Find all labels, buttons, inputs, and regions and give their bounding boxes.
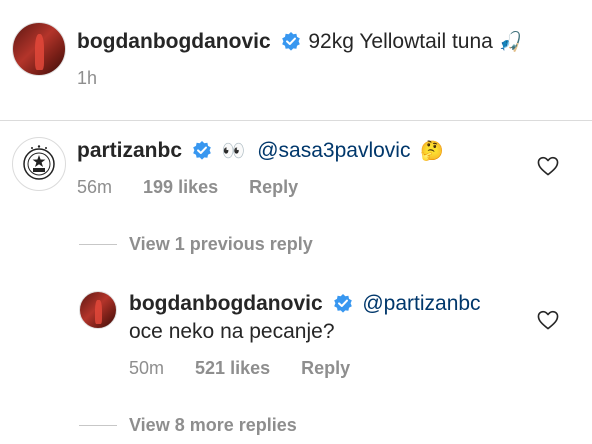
partizanbc-time: 56m — [77, 177, 113, 197]
partizanbc-reply-button[interactable]: Reply — [249, 177, 298, 197]
partizanbc-comment-line: partizanbc 👀 @sasa3pavlovic 🤔 — [77, 139, 444, 163]
like-heart-icon[interactable] — [537, 310, 559, 330]
caption-avatar[interactable] — [12, 22, 66, 76]
view-previous-line — [79, 244, 117, 245]
mention-partizanbc[interactable]: @partizanbc — [362, 292, 480, 315]
verified-icon — [281, 31, 300, 51]
reply-meta: 50m 521 likes Reply — [129, 358, 376, 379]
partizanbc-username[interactable]: partizanbc — [77, 139, 182, 162]
verified-icon — [333, 293, 352, 313]
partizanbc-meta: 56m 199 likes Reply — [77, 177, 324, 198]
caption-meta: 1h — [77, 68, 123, 89]
caption-line: bogdanbogdanovic 92kg Yellowtail tuna 🎣 — [77, 30, 522, 54]
reply-text: oce neko na pecanje? — [129, 320, 335, 343]
reply-line-1: bogdanbogdanovic @partizanbc — [129, 292, 481, 316]
partizanbc-avatar[interactable] — [12, 137, 66, 191]
caption-username[interactable]: bogdanbogdanovic — [77, 30, 271, 53]
reply-avatar[interactable] — [79, 291, 117, 329]
eyes-icon: 👀 — [221, 140, 246, 162]
divider — [0, 120, 592, 121]
partizanbc-likes[interactable]: 199 likes — [143, 177, 218, 197]
reply-likes[interactable]: 521 likes — [195, 358, 270, 378]
reply-reply-button[interactable]: Reply — [301, 358, 350, 378]
fishing-pole-icon: 🎣 — [498, 31, 523, 53]
mention-sasa3pavlovic[interactable]: @sasa3pavlovic — [257, 139, 410, 162]
view-more-line — [79, 425, 117, 426]
view-more-replies-button[interactable]: View 8 more replies — [129, 415, 297, 436]
reply-username[interactable]: bogdanbogdanovic — [129, 292, 323, 315]
caption-text: 92kg Yellowtail tuna — [308, 30, 493, 53]
verified-icon — [193, 140, 211, 160]
caption-time: 1h — [77, 68, 98, 88]
like-heart-icon[interactable] — [537, 156, 559, 176]
reply-time: 50m — [129, 358, 165, 378]
thinking-face-icon: 🤔 — [420, 140, 444, 162]
partizan-logo-icon — [23, 145, 55, 180]
view-previous-replies-button[interactable]: View 1 previous reply — [129, 234, 313, 255]
